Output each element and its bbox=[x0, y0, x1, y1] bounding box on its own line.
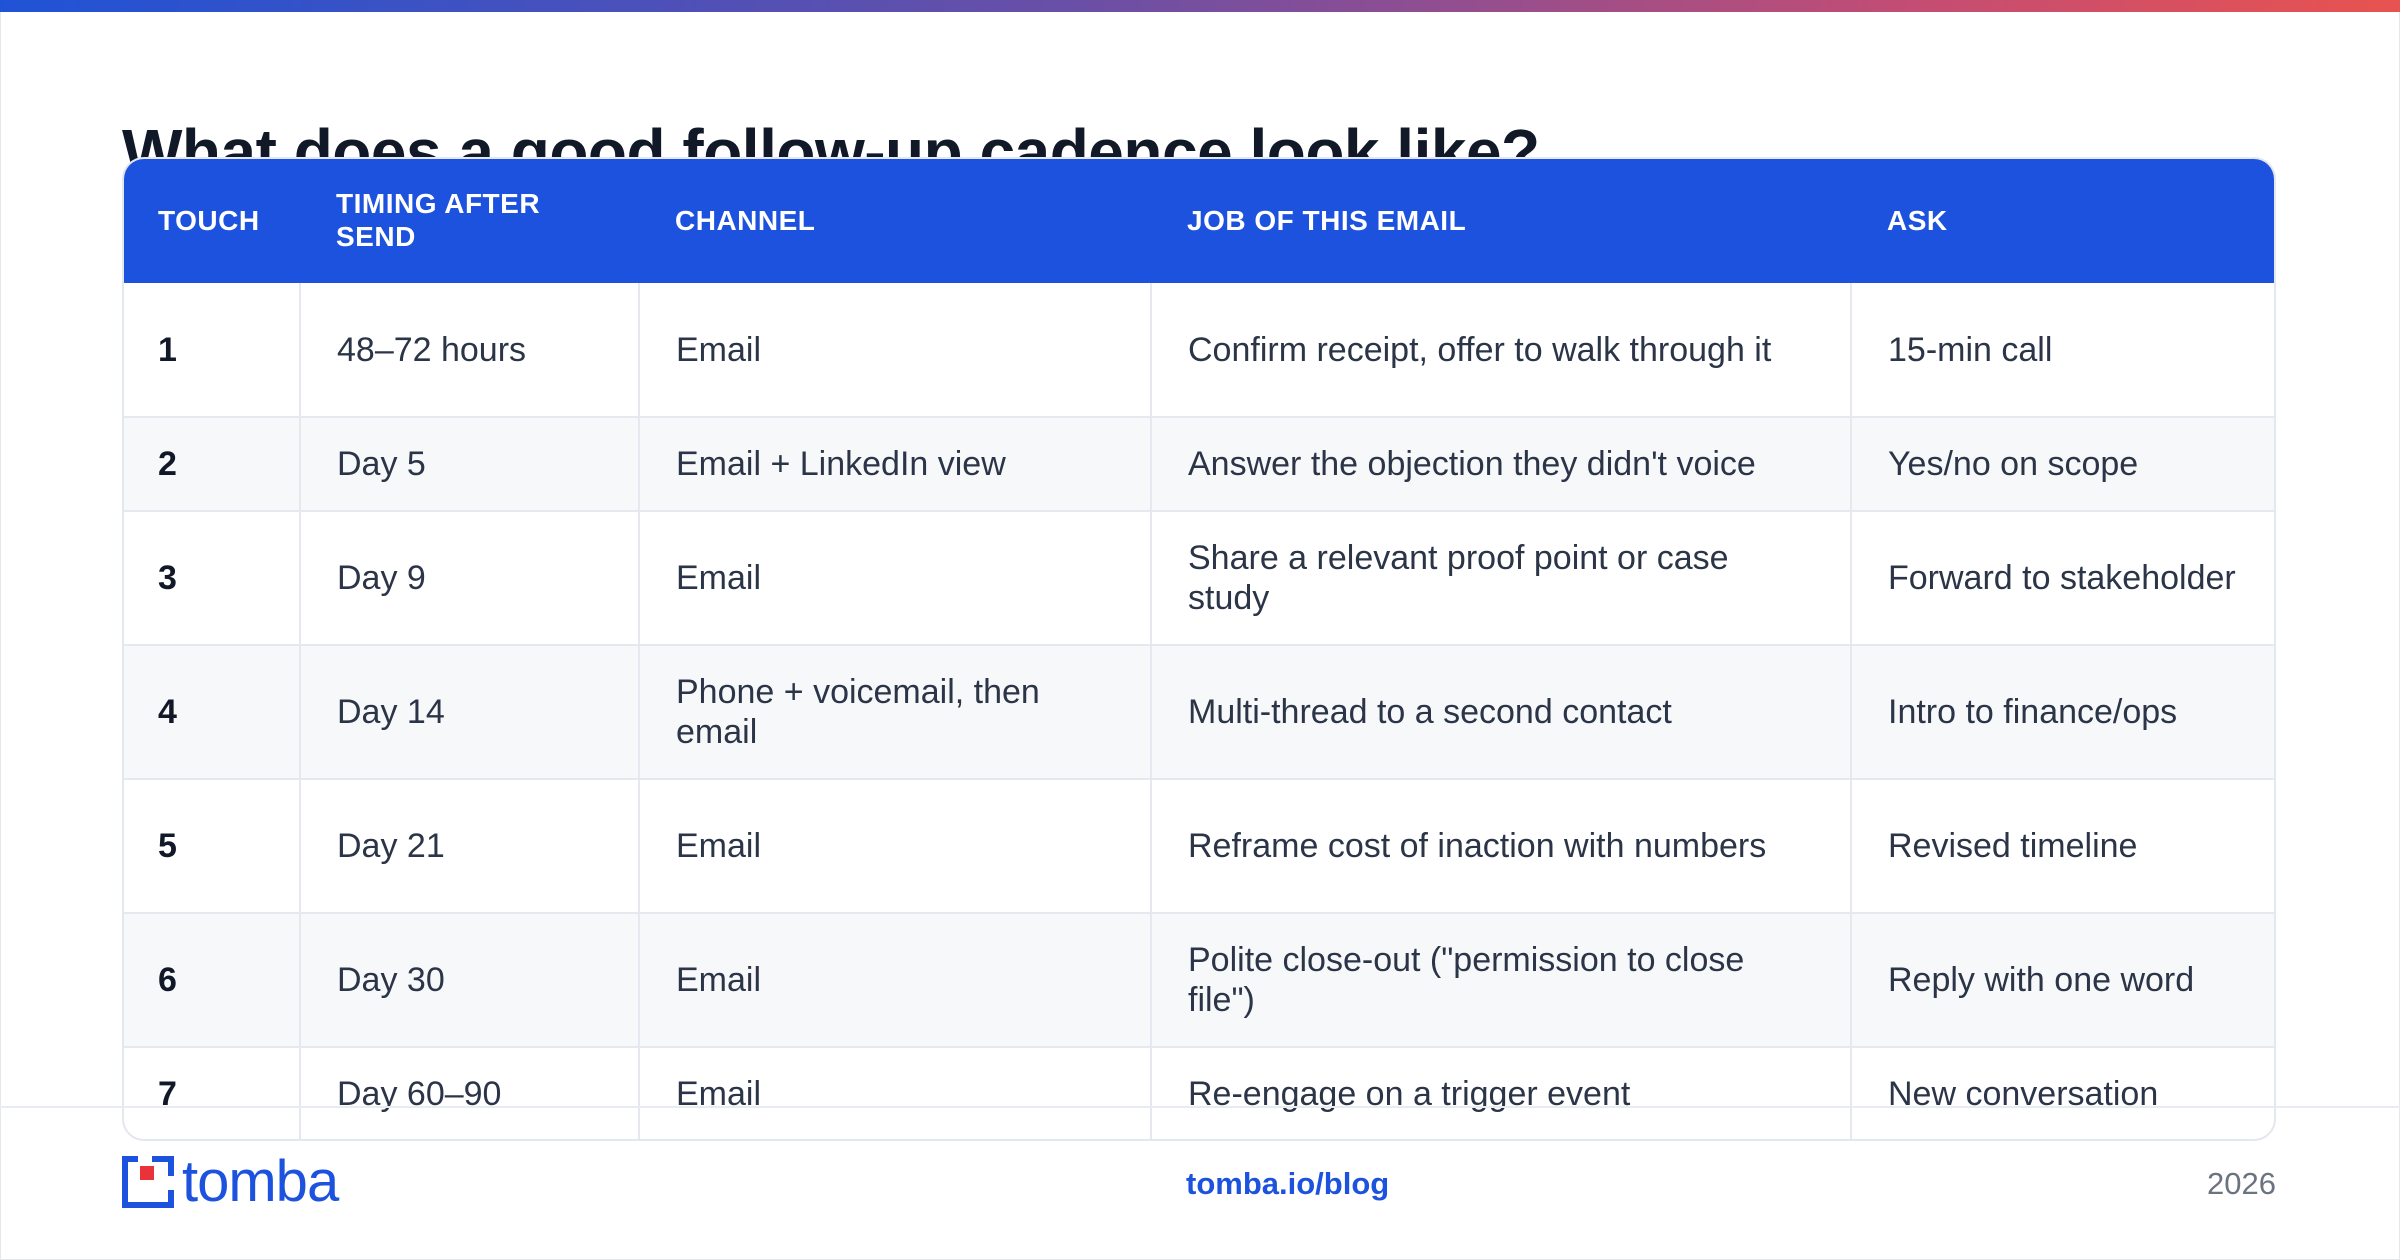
cell-channel: Email bbox=[639, 283, 1152, 418]
cell-channel: Email + LinkedIn view bbox=[639, 417, 1152, 512]
table-row: 5 Day 21 Email Reframe cost of inaction … bbox=[124, 779, 2274, 914]
cell-timing: Day 21 bbox=[300, 779, 640, 914]
cell-ask: Intro to finance/ops bbox=[1851, 645, 2274, 780]
cell-ask: Forward to stakeholder bbox=[1851, 511, 2274, 646]
cell-channel: Phone + voicemail, then email bbox=[639, 645, 1152, 780]
table-row: 1 48–72 hours Email Confirm receipt, off… bbox=[124, 283, 2274, 418]
cell-job: Re-engage on a trigger event bbox=[1151, 1047, 1852, 1139]
blog-link[interactable]: tomba.io/blog bbox=[1186, 1164, 1389, 1204]
cell-channel: Email bbox=[639, 779, 1152, 914]
table-row: 3 Day 9 Email Share a relevant proof poi… bbox=[124, 511, 2274, 646]
header-channel: CHANNEL bbox=[675, 204, 816, 236]
header-timing: TIMING AFTER SEND bbox=[336, 188, 541, 252]
cell-timing: Day 5 bbox=[300, 417, 640, 512]
cell-touch: 5 bbox=[124, 779, 301, 914]
cell-channel: Email bbox=[639, 1047, 1152, 1139]
cell-touch: 1 bbox=[124, 283, 301, 418]
tomba-logo: tomba bbox=[122, 1149, 339, 1214]
cell-timing: Day 14 bbox=[300, 645, 640, 780]
table-header-row: TOUCH TIMING AFTER SEND CHANNEL JOB OF T… bbox=[124, 159, 2274, 283]
table-row: 6 Day 30 Email Polite close-out ("permis… bbox=[124, 913, 2274, 1048]
logo-wordmark: tomba bbox=[182, 1149, 339, 1214]
cell-job: Answer the objection they didn't voice bbox=[1151, 417, 1852, 512]
cell-ask: Yes/no on scope bbox=[1851, 417, 2274, 512]
cadence-table: TOUCH TIMING AFTER SEND CHANNEL JOB OF T… bbox=[124, 159, 2274, 1139]
table-row: 4 Day 14 Phone + voicemail, then email M… bbox=[124, 645, 2274, 780]
cell-timing: Day 60–90 bbox=[300, 1047, 640, 1139]
cell-timing: Day 30 bbox=[300, 913, 640, 1048]
cell-ask: New conversation bbox=[1851, 1047, 2274, 1139]
tomba-logo-icon bbox=[122, 1156, 176, 1208]
cell-job: Reframe cost of inaction with numbers bbox=[1151, 779, 1852, 914]
cell-ask: 15-min call bbox=[1851, 283, 2274, 418]
cell-touch: 6 bbox=[124, 913, 301, 1048]
cell-channel: Email bbox=[639, 913, 1152, 1048]
table-row: 2 Day 5 Email + LinkedIn view Answer the… bbox=[124, 417, 2274, 512]
cell-job: Multi-thread to a second contact bbox=[1151, 645, 1852, 780]
table-row: 7 Day 60–90 Email Re-engage on a trigger… bbox=[124, 1047, 2274, 1139]
header-ask: ASK bbox=[1887, 204, 1948, 236]
cell-job: Polite close-out ("permission to close f… bbox=[1151, 913, 1852, 1048]
cell-ask: Revised timeline bbox=[1851, 779, 2274, 914]
cell-touch: 3 bbox=[124, 511, 301, 646]
cell-job: Share a relevant proof point or case stu… bbox=[1151, 511, 1852, 646]
cell-timing: 48–72 hours bbox=[300, 283, 640, 418]
top-gradient-bar bbox=[0, 0, 2400, 12]
cadence-table-card: TOUCH TIMING AFTER SEND CHANNEL JOB OF T… bbox=[122, 157, 2276, 1141]
cell-ask: Reply with one word bbox=[1851, 913, 2274, 1048]
cell-touch: 4 bbox=[124, 645, 301, 780]
cell-touch: 7 bbox=[124, 1047, 301, 1139]
header-touch: TOUCH bbox=[158, 204, 260, 236]
cell-job: Confirm receipt, offer to walk through i… bbox=[1151, 283, 1852, 418]
cell-channel: Email bbox=[639, 511, 1152, 646]
footer-divider bbox=[0, 1106, 2400, 1108]
cell-touch: 2 bbox=[124, 417, 301, 512]
cell-timing: Day 9 bbox=[300, 511, 640, 646]
year-label: 2026 bbox=[2207, 1166, 2276, 1201]
header-job: JOB OF THIS EMAIL bbox=[1187, 204, 1467, 236]
